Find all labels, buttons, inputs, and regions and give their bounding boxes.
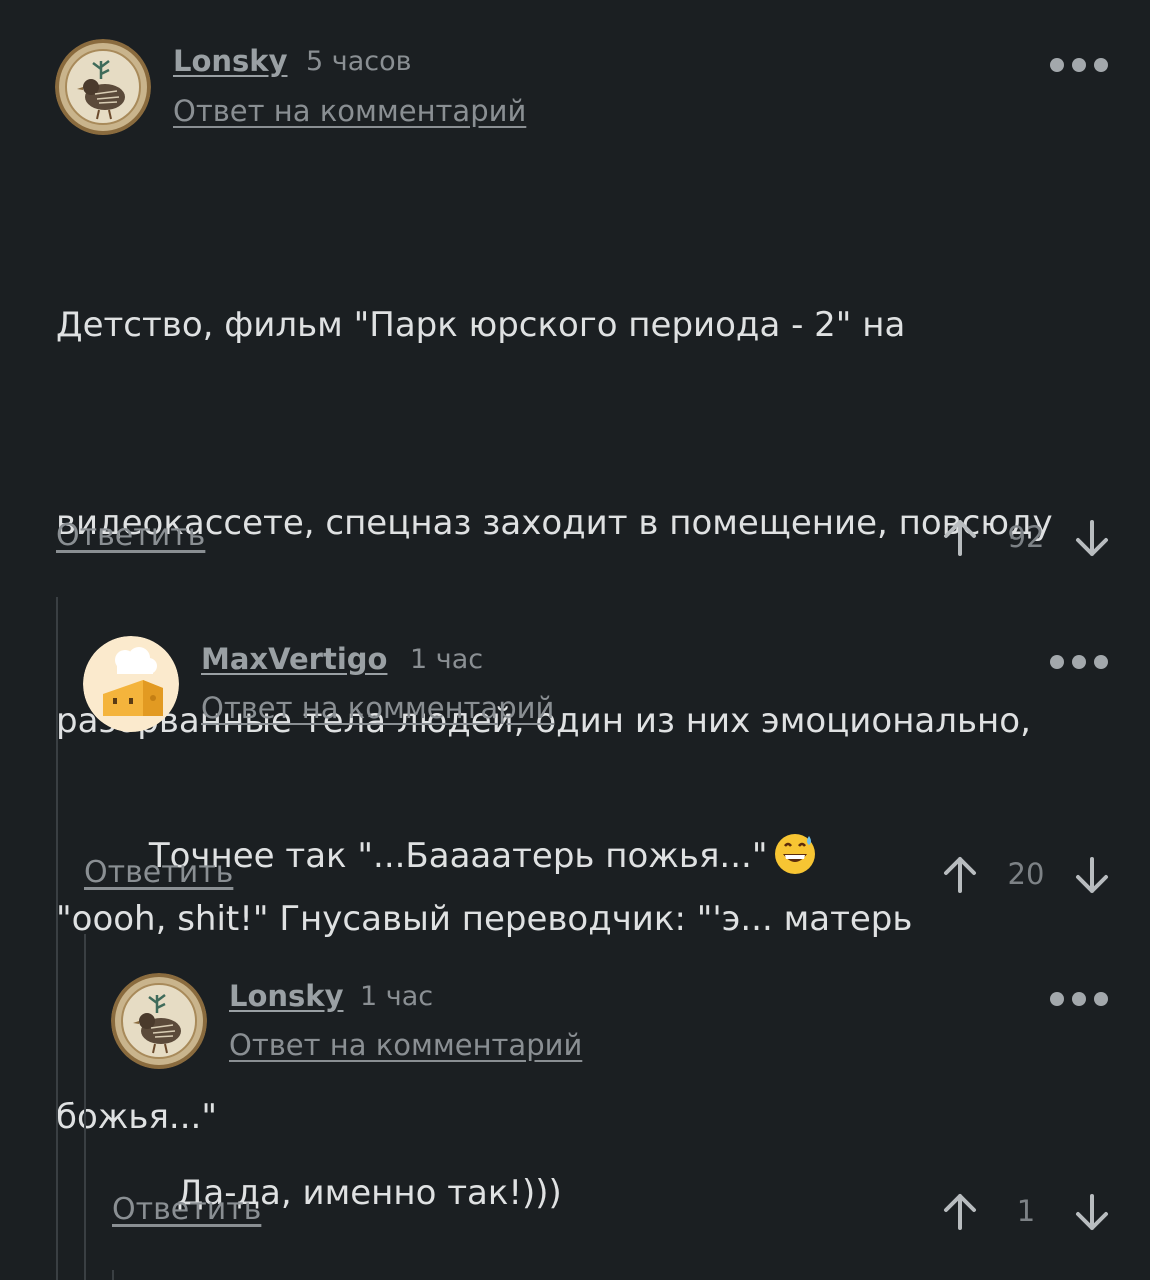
comment-time: 1 час (360, 981, 434, 1012)
downvote-arrow-icon[interactable] (1068, 514, 1116, 562)
user-avatar[interactable] (55, 39, 151, 135)
grinning-sweat-emoji-icon (775, 833, 816, 874)
username-link[interactable]: MaxVertigo (201, 642, 387, 676)
comment-time: 5 часов (306, 46, 412, 77)
user-avatar[interactable] (83, 636, 179, 732)
reply-to-comment-link[interactable]: Ответ на комментарий (173, 94, 526, 128)
quail-mosaic-avatar-icon (55, 39, 151, 135)
thread-line[interactable] (84, 934, 86, 1280)
more-options-icon[interactable] (1050, 989, 1110, 1009)
comment-text-line: Детство, фильм "Парк юрского периода - 2… (56, 305, 906, 345)
upvote-arrow-icon[interactable] (936, 1188, 984, 1236)
upvote-arrow-icon[interactable] (936, 514, 984, 562)
more-options-icon[interactable] (1050, 55, 1110, 75)
upvote-arrow-icon[interactable] (936, 851, 984, 899)
comment-text-content: Точнее так "...Баааатерь пожья..." (148, 836, 768, 876)
username-link[interactable]: Lonsky (173, 44, 288, 78)
rating-count: 20 (1007, 857, 1045, 891)
thread-line[interactable] (112, 1270, 114, 1280)
comment-text: Да-да, именно так!))) (112, 1094, 1112, 1280)
reply-to-comment-link[interactable]: Ответ на комментарий (229, 1028, 582, 1062)
downvote-arrow-icon[interactable] (1068, 1188, 1116, 1236)
username-link[interactable]: Lonsky (229, 979, 344, 1013)
comments-page: Lonsky 5 часов Ответ на комментарий Детс… (0, 0, 1150, 1280)
downvote-arrow-icon[interactable] (1068, 851, 1116, 899)
comment-time: 1 час (410, 644, 484, 675)
rating-count: 92 (1007, 520, 1045, 554)
quail-mosaic-avatar-icon (111, 973, 207, 1069)
reply-to-comment-link[interactable]: Ответ на комментарий (201, 691, 554, 725)
user-avatar[interactable] (111, 973, 207, 1069)
more-options-icon[interactable] (1050, 652, 1110, 672)
reply-button[interactable]: Ответить (112, 1192, 261, 1227)
reply-button[interactable]: Ответить (84, 855, 233, 890)
rating-count: 1 (1016, 1194, 1036, 1228)
thread-line[interactable] (56, 597, 58, 1280)
reply-button[interactable]: Ответить (56, 518, 205, 553)
chef-cheese-avatar-icon (83, 636, 179, 732)
